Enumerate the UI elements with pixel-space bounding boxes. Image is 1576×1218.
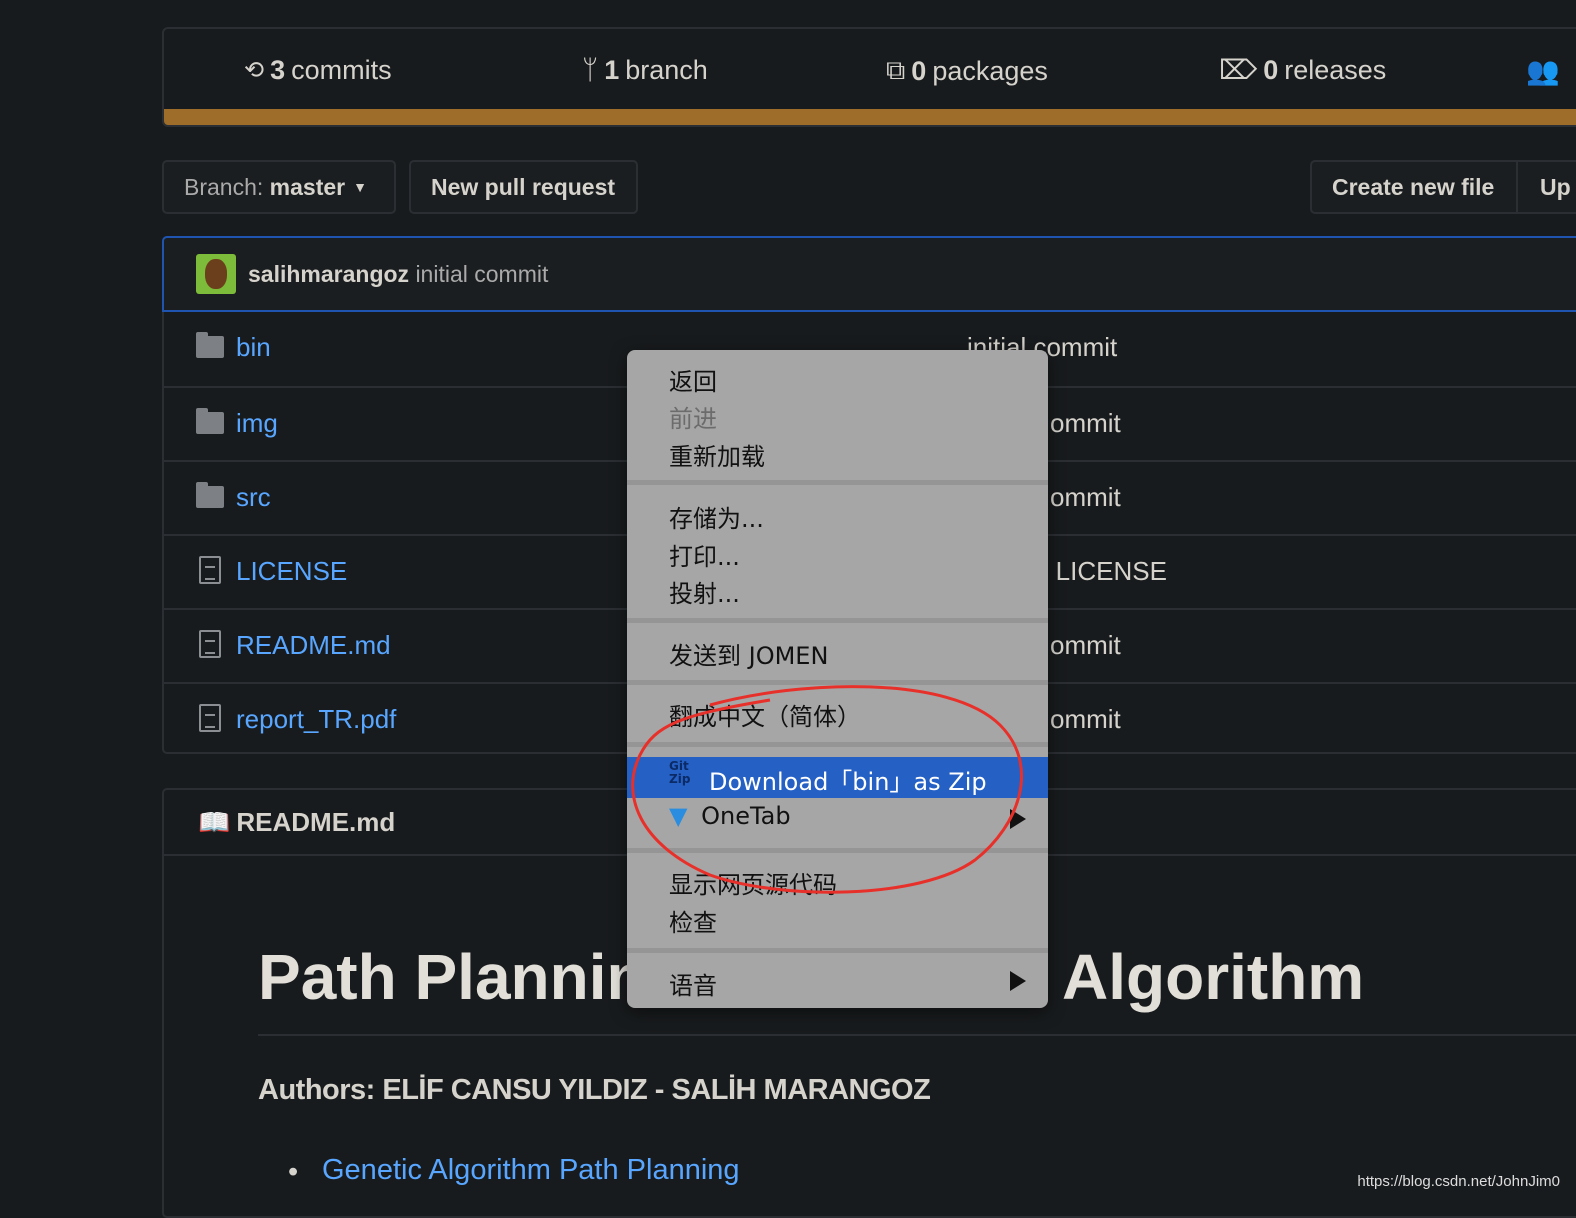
packages-label: packages (932, 55, 1048, 86)
commits-link[interactable]: ⟲ 3 commits (244, 55, 392, 86)
readme-title-end: Algorithm (1062, 941, 1365, 1013)
file-link[interactable]: report_TR.pdf (236, 704, 396, 735)
folder-icon (196, 332, 224, 358)
contributors-link[interactable]: 👥 (1526, 55, 1560, 87)
repo-stats-bar: ⟲ 3 commits ᛘ 1 branch ⧉ 0 packages ⌦ 0 rele… (162, 27, 1576, 127)
people-icon: 👥 (1526, 56, 1560, 86)
avatar[interactable] (196, 254, 236, 294)
commits-label: commits (291, 55, 392, 85)
folder-icon (196, 482, 224, 508)
file-link[interactable]: README.md (236, 630, 391, 661)
commits-count: 3 (270, 55, 286, 85)
releases-link[interactable]: ⌦ 0 releases (1219, 55, 1386, 86)
branch-prefix: Branch: (184, 173, 264, 200)
file-icon (199, 630, 221, 658)
submenu-arrow-icon (1010, 971, 1026, 991)
create-new-file-button[interactable]: Create new file (1310, 160, 1518, 214)
readme-link[interactable]: Genetic Algorithm Path Planning (322, 1154, 740, 1187)
readme-title: Path Plannin (258, 941, 646, 1013)
commit-message-link[interactable]: ommit (1050, 704, 1121, 735)
readme-filename: README.md (236, 806, 396, 837)
watermark: https://blog.csdn.net/JohnJim0 (1357, 1173, 1560, 1190)
upload-files-button[interactable]: Up (1516, 160, 1576, 214)
menu-item-cast[interactable]: 投射... (669, 574, 740, 609)
packages-count: 0 (911, 55, 927, 86)
menu-separator (627, 948, 1048, 953)
menu-separator (627, 618, 1048, 623)
branch-icon: ᛘ (582, 55, 599, 85)
commit-message[interactable]: initial commit (415, 261, 548, 288)
folder-icon (196, 408, 224, 434)
branch-count: 1 (604, 55, 620, 85)
red-annotation-circle (631, 685, 1023, 894)
menu-item-save-as[interactable]: 存储为... (669, 499, 764, 534)
history-icon: ⟲ (244, 57, 265, 84)
file-link[interactable]: src (236, 482, 271, 513)
branch-select[interactable]: Branch: master ▼ (162, 160, 396, 214)
commit-message-link[interactable]: e LICENSE (1034, 556, 1167, 587)
commit-message-link[interactable]: ommit (1050, 630, 1121, 661)
package-icon: ⧉ (886, 55, 906, 85)
commit-message-link[interactable]: ommit (1050, 408, 1121, 439)
latest-commit-bar: salihmarangoz initial commit (162, 236, 1576, 312)
branches-link[interactable]: ᛘ 1 branch (582, 55, 708, 86)
tag-icon: ⌦ (1219, 55, 1258, 85)
branch-label: branch (625, 55, 708, 85)
menu-item-back[interactable]: 返回 (669, 362, 717, 397)
new-pull-request-button[interactable]: New pull request (409, 160, 638, 214)
bullet: • (288, 1156, 299, 1188)
menu-item-speech[interactable]: 语音 (669, 966, 717, 1001)
commit-message-link[interactable]: ommit (1050, 482, 1121, 513)
menu-item-print[interactable]: 打印... (669, 537, 740, 572)
caret-down-icon: ▼ (353, 179, 367, 195)
menu-item-inspect[interactable]: 检查 (669, 903, 717, 938)
title-divider (258, 1034, 1576, 1036)
releases-count: 0 (1263, 55, 1279, 85)
menu-item-send-to-device[interactable]: 发送到 JOMEN (669, 636, 828, 671)
file-link[interactable]: img (236, 408, 278, 439)
packages-link[interactable]: ⧉ 0 packages (886, 55, 1048, 87)
file-icon (199, 704, 221, 732)
file-icon (199, 556, 221, 584)
menu-item-reload[interactable]: 重新加载 (669, 437, 765, 472)
language-bar[interactable] (164, 109, 1576, 125)
branch-name: master (269, 173, 346, 200)
menu-separator (627, 480, 1048, 485)
commit-author[interactable]: salihmarangoz (248, 261, 409, 288)
releases-label: releases (1284, 55, 1387, 85)
menu-item-forward: 前进 (669, 405, 717, 433)
file-link[interactable]: LICENSE (236, 556, 347, 587)
file-link[interactable]: bin (236, 332, 271, 363)
book-icon: 📖 (198, 806, 231, 837)
readme-authors: Authors: ELİF CANSU YILDIZ - SALİH MARAN… (258, 1074, 931, 1106)
